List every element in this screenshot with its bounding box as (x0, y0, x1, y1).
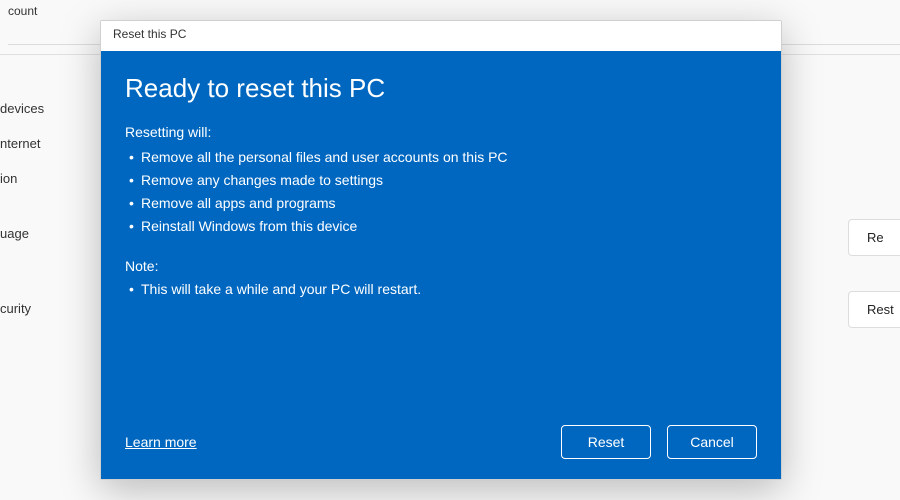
reset-button[interactable]: Reset (561, 425, 651, 459)
resetting-bullet: Remove any changes made to settings (125, 169, 757, 192)
dialog-heading: Ready to reset this PC (125, 73, 757, 104)
settings-sidebar: devices nternet ion uage curity (0, 55, 82, 500)
resetting-bullet: Reinstall Windows from this device (125, 215, 757, 238)
sidebar-item-security[interactable]: curity (0, 291, 82, 326)
resetting-bullet-list: Remove all the personal files and user a… (125, 146, 757, 238)
sidebar-item-language[interactable]: uage (0, 216, 82, 251)
dialog-spacer (125, 317, 757, 425)
dialog-body: Ready to reset this PC Resetting will: R… (101, 51, 781, 479)
sidebar-item-blank3 (0, 271, 82, 291)
sidebar-item-devices[interactable]: devices (0, 91, 82, 126)
resetting-bullet: Remove all apps and programs (125, 192, 757, 215)
learn-more-link[interactable]: Learn more (125, 434, 197, 450)
reset-button-fragment-1[interactable]: Re (848, 219, 900, 256)
reset-button-fragment-2[interactable]: Rest (848, 291, 900, 328)
note-label: Note: (125, 258, 757, 274)
sidebar-item-personalization[interactable]: ion (0, 161, 82, 196)
reset-pc-dialog: Reset this PC Ready to reset this PC Res… (100, 20, 782, 480)
resetting-label: Resetting will: (125, 124, 757, 140)
dialog-titlebar: Reset this PC (101, 21, 781, 51)
dialog-footer: Learn more Reset Cancel (125, 425, 757, 459)
cancel-button[interactable]: Cancel (667, 425, 757, 459)
sidebar-item-internet[interactable]: nternet (0, 126, 82, 161)
sidebar-item-blank1 (0, 196, 82, 216)
account-label-fragment: count (8, 4, 900, 18)
sidebar-item-blank2 (0, 251, 82, 271)
note-bullet: This will take a while and your PC will … (125, 278, 757, 301)
resetting-bullet: Remove all the personal files and user a… (125, 146, 757, 169)
note-bullet-list: This will take a while and your PC will … (125, 278, 757, 301)
